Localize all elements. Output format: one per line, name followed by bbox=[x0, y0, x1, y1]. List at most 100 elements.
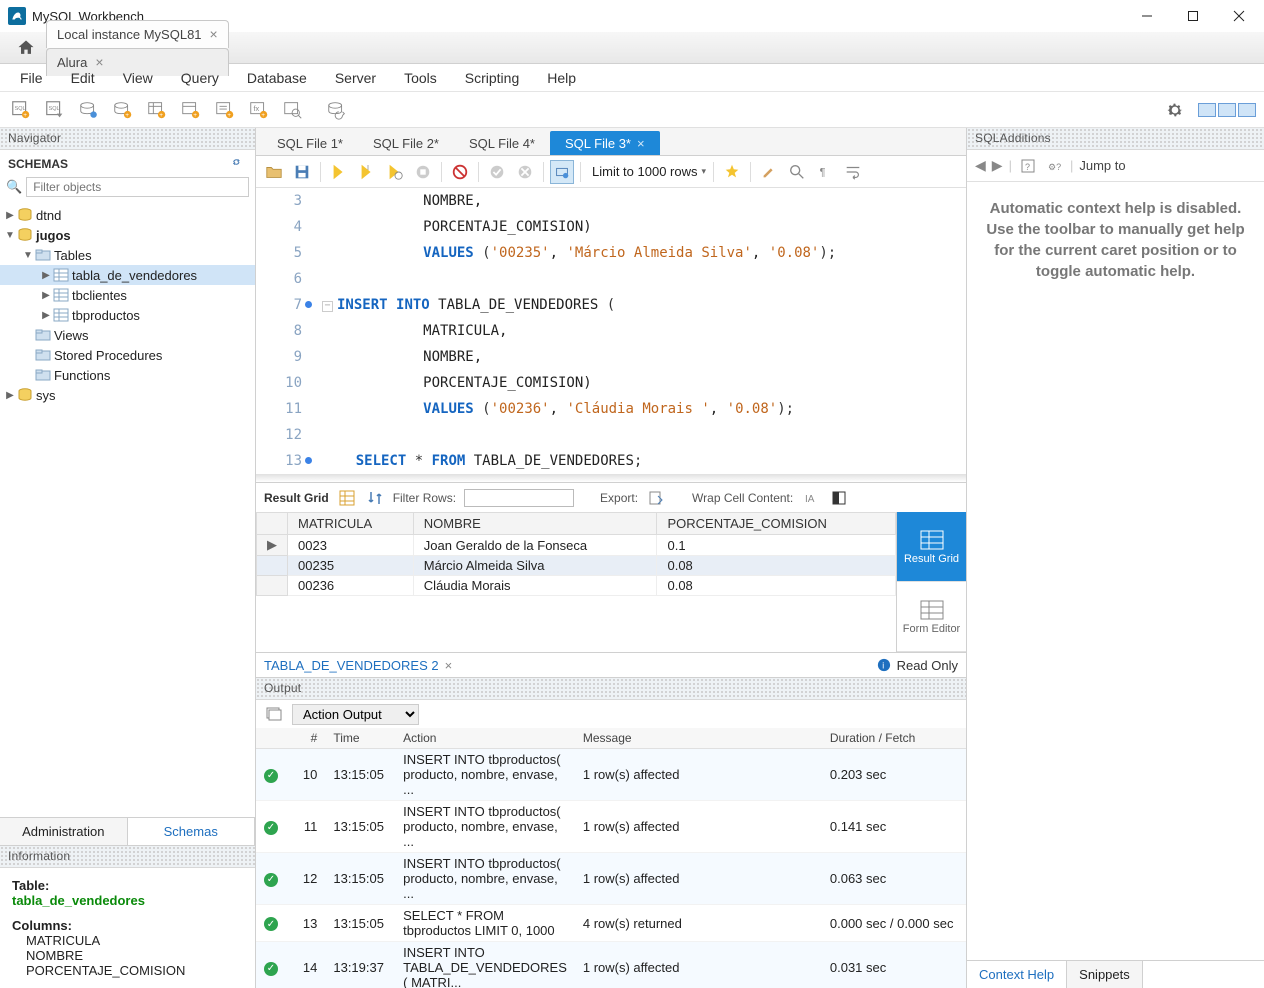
help-caret-icon[interactable]: ? bbox=[1018, 156, 1038, 176]
brush-icon[interactable] bbox=[757, 160, 781, 184]
column-item: MATRICULA bbox=[12, 933, 243, 948]
tab-snippets[interactable]: Snippets bbox=[1067, 961, 1143, 988]
refresh-icon[interactable] bbox=[231, 156, 247, 171]
tree-item[interactable]: ▼ Tables bbox=[0, 245, 255, 265]
menu-file[interactable]: File bbox=[6, 66, 57, 90]
open-sql-file-icon[interactable]: SQL bbox=[42, 97, 68, 123]
new-schema-icon[interactable]: + bbox=[110, 97, 136, 123]
new-procedure-icon[interactable]: + bbox=[212, 97, 238, 123]
rollback-icon[interactable] bbox=[513, 160, 537, 184]
sql-editor[interactable]: 345678910111213 NOMBRE, PORCENTAJE_COMIS… bbox=[256, 188, 966, 474]
menu-scripting[interactable]: Scripting bbox=[451, 66, 533, 90]
execute-icon[interactable] bbox=[327, 160, 351, 184]
output-row[interactable]: 1213:15:05INSERT INTO tbproductos( produ… bbox=[256, 853, 966, 905]
output-grid[interactable]: #TimeActionMessageDuration / Fetch 1013:… bbox=[256, 728, 966, 988]
save-icon[interactable] bbox=[290, 160, 314, 184]
menu-edit[interactable]: Edit bbox=[57, 66, 109, 90]
open-file-icon[interactable] bbox=[262, 160, 286, 184]
new-view-icon[interactable]: + bbox=[178, 97, 204, 123]
table-row[interactable]: 00235Márcio Almeida Silva0.08 bbox=[257, 556, 896, 576]
filter-objects-input[interactable] bbox=[26, 177, 249, 197]
find-icon[interactable] bbox=[785, 160, 809, 184]
autocommit-toggle-icon[interactable] bbox=[550, 160, 574, 184]
new-function-icon[interactable]: fx+ bbox=[246, 97, 272, 123]
tree-item[interactable]: ▶ sys bbox=[0, 385, 255, 405]
menu-database[interactable]: Database bbox=[233, 66, 321, 90]
beautify-icon[interactable] bbox=[720, 160, 744, 184]
close-button[interactable] bbox=[1216, 0, 1262, 32]
result-grid[interactable]: MATRICULANOMBREPORCENTAJE_COMISION▶0023J… bbox=[256, 512, 896, 652]
explain-icon[interactable] bbox=[383, 160, 407, 184]
sort-icon[interactable] bbox=[365, 488, 385, 508]
tree-item[interactable]: ▶ tbproductos bbox=[0, 305, 255, 325]
new-sql-tab-icon[interactable]: SQL+ bbox=[8, 97, 34, 123]
search-table-icon[interactable] bbox=[280, 97, 306, 123]
tree-item[interactable]: Stored Procedures bbox=[0, 345, 255, 365]
result-view-form-editor[interactable]: Form Editor bbox=[897, 582, 966, 652]
export-icon[interactable] bbox=[646, 488, 666, 508]
new-table-icon[interactable]: + bbox=[144, 97, 170, 123]
commit-icon[interactable] bbox=[485, 160, 509, 184]
sql-tab[interactable]: SQL File 3*× bbox=[550, 131, 660, 155]
table-icon bbox=[52, 268, 70, 282]
tree-item[interactable]: Functions bbox=[0, 365, 255, 385]
layout-bottom-icon[interactable] bbox=[1218, 103, 1236, 117]
autocommit-off-icon[interactable] bbox=[448, 160, 472, 184]
tree-item[interactable]: ▶ tbclientes bbox=[0, 285, 255, 305]
schema-tree[interactable]: ▶ dtnd ▼ jugos ▼ Tables ▶ tabla_de_vende… bbox=[0, 203, 255, 817]
status-ok-icon bbox=[264, 917, 278, 931]
menu-server[interactable]: Server bbox=[321, 66, 390, 90]
layout-right-icon[interactable] bbox=[1238, 103, 1256, 117]
maximize-button[interactable] bbox=[1170, 0, 1216, 32]
stop-icon[interactable] bbox=[411, 160, 435, 184]
filter-rows-input[interactable] bbox=[464, 489, 574, 507]
home-tab[interactable] bbox=[6, 34, 46, 62]
sql-tab[interactable]: SQL File 4* bbox=[454, 131, 550, 155]
execute-current-icon[interactable]: I bbox=[355, 160, 379, 184]
reconnect-icon[interactable] bbox=[324, 97, 350, 123]
wrap-icon[interactable] bbox=[841, 160, 865, 184]
layout-sidebar-icon[interactable] bbox=[1198, 103, 1216, 117]
back-icon[interactable]: ◀ bbox=[975, 157, 986, 174]
menu-help[interactable]: Help bbox=[533, 66, 590, 90]
result-view-result-grid[interactable]: Result Grid bbox=[897, 512, 966, 582]
tab-administration[interactable]: Administration bbox=[0, 818, 128, 845]
tab-schemas[interactable]: Schemas bbox=[128, 818, 256, 845]
close-icon[interactable]: × bbox=[637, 136, 645, 151]
menu-tools[interactable]: Tools bbox=[390, 66, 451, 90]
sql-tab[interactable]: SQL File 1* bbox=[262, 131, 358, 155]
invisible-chars-icon[interactable]: ¶ bbox=[813, 160, 837, 184]
inspector-icon[interactable] bbox=[76, 97, 102, 123]
jump-to-label[interactable]: Jump to bbox=[1079, 158, 1125, 173]
minimize-button[interactable] bbox=[1124, 0, 1170, 32]
connection-tab[interactable]: Local instance MySQL81× bbox=[46, 20, 229, 48]
tree-item[interactable]: ▶ dtnd bbox=[0, 205, 255, 225]
editor-toolbar: I Limit to 1000 rows ¶ bbox=[256, 156, 966, 188]
result-grid-icon[interactable] bbox=[337, 488, 357, 508]
tree-item[interactable]: ▶ tabla_de_vendedores bbox=[0, 265, 255, 285]
output-view-icon[interactable] bbox=[264, 704, 284, 724]
close-icon[interactable]: × bbox=[445, 658, 453, 673]
output-row[interactable]: 1413:19:37INSERT INTO TABLA_DE_VENDEDORE… bbox=[256, 942, 966, 988]
tree-item[interactable]: ▼ jugos bbox=[0, 225, 255, 245]
output-type-select[interactable]: Action Output bbox=[292, 704, 419, 725]
menu-view[interactable]: View bbox=[109, 66, 167, 90]
forward-icon[interactable]: ▶ bbox=[992, 157, 1003, 174]
tab-context-help[interactable]: Context Help bbox=[967, 961, 1067, 988]
table-row[interactable]: ▶0023Joan Geraldo de la Fonseca0.1 bbox=[257, 535, 896, 556]
result-side-tabs: Result GridForm Editor bbox=[896, 512, 966, 652]
tree-item[interactable]: Views bbox=[0, 325, 255, 345]
table-row[interactable]: 00236Cláudia Morais0.08 bbox=[257, 576, 896, 596]
auto-help-icon[interactable]: ⚙? bbox=[1044, 156, 1064, 176]
result-tab[interactable]: TABLA_DE_VENDEDORES 2 × bbox=[264, 658, 452, 673]
close-icon[interactable]: × bbox=[210, 26, 218, 42]
output-row[interactable]: 1013:15:05INSERT INTO tbproductos( produ… bbox=[256, 749, 966, 801]
menu-query[interactable]: Query bbox=[167, 66, 233, 90]
output-row[interactable]: 1313:15:05SELECT * FROM tbproductos LIMI… bbox=[256, 905, 966, 942]
output-row[interactable]: 1113:15:05INSERT INTO tbproductos( produ… bbox=[256, 801, 966, 853]
wrap-cell-icon[interactable]: IA bbox=[801, 488, 821, 508]
field-types-icon[interactable] bbox=[829, 488, 849, 508]
sql-tab[interactable]: SQL File 2* bbox=[358, 131, 454, 155]
limit-rows-select[interactable]: Limit to 1000 rows bbox=[587, 161, 707, 182]
gear-icon[interactable] bbox=[1162, 97, 1188, 123]
